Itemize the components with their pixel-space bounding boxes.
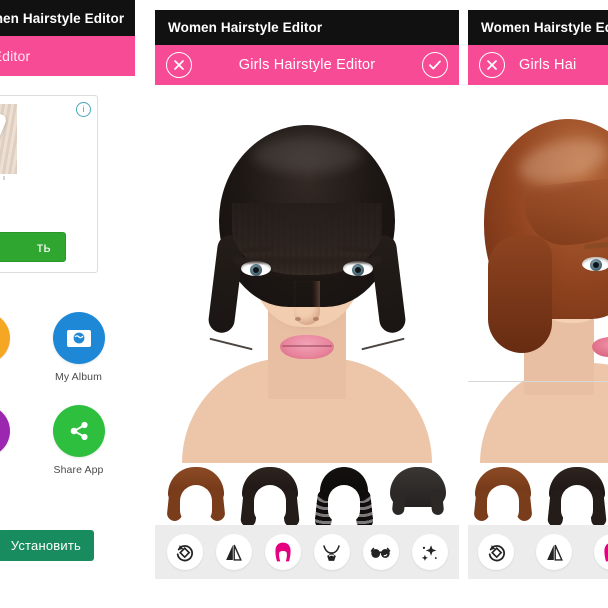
ad-phone-thumbnail (0, 104, 17, 174)
model-eye-right (343, 260, 373, 276)
right-editor-toolbar[interactable] (468, 525, 608, 579)
right-model-lips (592, 337, 608, 357)
share-icon[interactable] (52, 405, 105, 457)
model-lash-left (241, 260, 271, 265)
flip-mirror-icon[interactable] (215, 534, 252, 570)
hairstyle-thumb-1[interactable] (239, 465, 301, 528)
hairstyle-thumb-1-face-cutout (254, 485, 286, 523)
left-editor-header: yle Editor (0, 36, 135, 76)
hairstyle-thumb-2[interactable] (313, 465, 375, 530)
left-app-statusbar: Women Hairstyle Editor (0, 0, 135, 36)
right-hairstyle-thumbnail-strip[interactable] (468, 463, 608, 528)
flip-mirror-icon[interactable] (536, 534, 572, 570)
center-editor-title: Girls Hairstyle Editor (238, 57, 376, 73)
model-lip-line (282, 345, 332, 347)
right-app-title: Women Hairstyle Ed (481, 20, 608, 35)
model-hair-highlight (252, 137, 362, 173)
sparkle-effects-icon[interactable] (411, 534, 448, 570)
model-iris-left (250, 264, 262, 276)
model-eye-left (241, 260, 271, 276)
grid-item-0[interactable] (0, 312, 31, 371)
left-phone-panel: Women Hairstyle Editor yle Editor i ть (0, 0, 135, 608)
right-app-statusbar: Women Hairstyle Ed (468, 10, 608, 45)
model-pupil-left (253, 267, 259, 273)
model-iris-right (352, 264, 364, 276)
grid-item-my-album-label: My Album (55, 371, 102, 383)
ad-caption-placeholder (0, 176, 5, 180)
model-lips (280, 335, 334, 359)
hairstyle-thumb-0[interactable] (165, 465, 227, 523)
left-grid-row-1: My Album (0, 312, 126, 383)
editor-canvas[interactable] (155, 85, 459, 463)
model-pupil-right (355, 267, 361, 273)
left-editor-title: yle Editor (0, 48, 31, 64)
center-app-title: Women Hairstyle Editor (168, 20, 323, 35)
screenshot-stage: Women Hairstyle Editor yle Editor i ть (0, 0, 608, 608)
model-nostril-left (295, 317, 301, 321)
photo-album-icon[interactable] (52, 312, 105, 364)
reset-rotate-icon[interactable] (478, 534, 514, 570)
right-model-pupil (593, 262, 599, 268)
model-lash-right (343, 260, 373, 265)
left-feature-grid: My Album s (0, 312, 126, 498)
right-editor-header: Girls Hai (468, 45, 608, 85)
model-photo-dark-bangs (157, 85, 457, 463)
right-model-iris (590, 259, 602, 271)
adchoices-icon[interactable]: i (76, 102, 91, 117)
right-hairstyle-thumb-0[interactable] (472, 465, 534, 523)
grid-item-share-app[interactable]: Share App (31, 405, 126, 476)
right-phone-panel: Women Hairstyle Ed Girls Hai (468, 0, 608, 608)
right-editor-title: Girls Hai (519, 57, 577, 73)
right-hairstyle-thumb-0-face-cutout (487, 485, 519, 523)
partial-orange-circle-icon[interactable] (0, 312, 10, 364)
center-app-statusbar: Women Hairstyle Editor (155, 10, 459, 45)
grid-item-my-album[interactable]: My Album (31, 312, 126, 383)
right-model-bob-side (488, 235, 552, 353)
model-photo-auburn-bob (468, 85, 608, 463)
hairstyle-thumb-2-face-cutout (328, 485, 360, 523)
close-circle-icon[interactable] (479, 52, 505, 78)
grid-item-2[interactable]: s (0, 405, 31, 476)
right-canvas-divider (468, 381, 608, 382)
reset-rotate-icon[interactable] (166, 534, 203, 570)
center-editor-header: Girls Hairstyle Editor (155, 45, 459, 85)
model-hair-wisp-left (209, 337, 253, 351)
install-promo-bar: тиции Установить (0, 528, 94, 562)
right-model-eye (582, 257, 608, 271)
right-hairstyle-thumb-1[interactable] (546, 465, 608, 528)
ad-cta-button[interactable]: ть (0, 232, 66, 262)
left-app-title: Women Hairstyle Editor (0, 10, 125, 26)
hair-color-icon[interactable] (264, 534, 301, 570)
hairstyle-thumb-3[interactable] (387, 465, 449, 523)
grid-item-share-app-label: Share App (53, 464, 104, 476)
hairstyle-thumbnail-strip[interactable] (155, 463, 459, 530)
right-editor-canvas[interactable] (468, 85, 608, 463)
model-nose (294, 281, 320, 325)
hairstyle-thumb-3-tail-left (391, 488, 407, 516)
necklace-icon[interactable] (313, 534, 350, 570)
right-hairstyle-thumb-1-face-cutout (561, 485, 593, 523)
hair-color-icon[interactable] (594, 534, 608, 570)
close-circle-icon[interactable] (166, 52, 192, 78)
partial-purple-circle-icon[interactable] (0, 405, 10, 457)
install-button[interactable]: Установить (0, 529, 94, 561)
model-hair-wisp-right (361, 337, 405, 351)
advertisement-card[interactable]: i ть (0, 95, 98, 273)
editor-toolbar[interactable] (155, 525, 459, 579)
left-grid-row-2: s Share App (0, 405, 126, 476)
check-circle-icon[interactable] (422, 52, 448, 78)
sunglasses-icon[interactable] (362, 534, 399, 570)
model-nostril-right (313, 317, 319, 321)
center-phone-panel: Women Hairstyle Editor Girls Hairstyle E… (155, 0, 459, 608)
hairstyle-thumb-0-face-cutout (180, 485, 212, 523)
